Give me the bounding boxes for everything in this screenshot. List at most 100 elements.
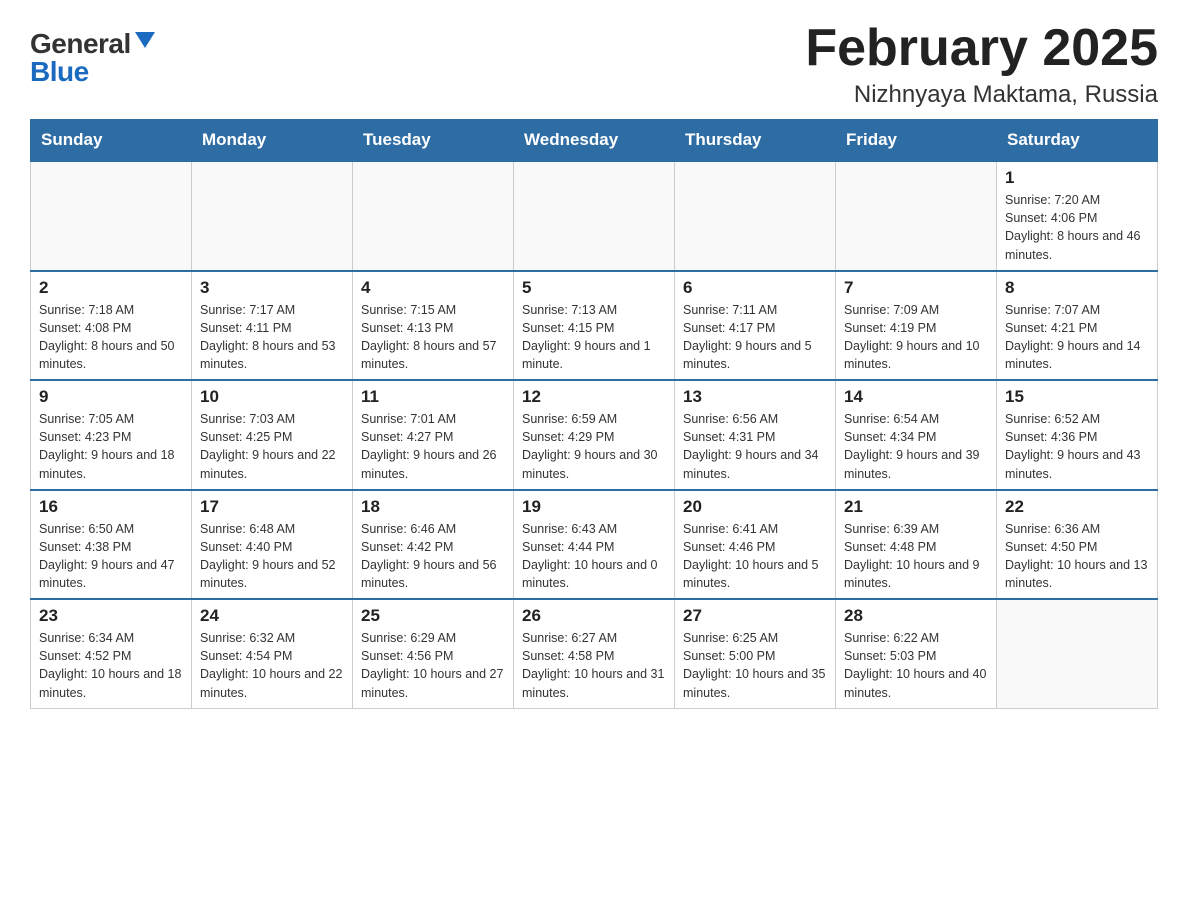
calendar-cell: 25 Sunrise: 6:29 AM Sunset: 4:56 PM Dayli… (353, 599, 514, 708)
calendar-cell (675, 161, 836, 271)
day-number: 28 (844, 606, 988, 626)
calendar-cell: 11 Sunrise: 7:01 AM Sunset: 4:27 PM Dayli… (353, 380, 514, 490)
day-number: 3 (200, 278, 344, 298)
day-info: Sunrise: 6:25 AM Sunset: 5:00 PM Dayligh… (683, 629, 827, 702)
calendar-week-row: 1 Sunrise: 7:20 AM Sunset: 4:06 PM Daylig… (31, 161, 1158, 271)
page-header: General Blue February 2025 Nizhnyaya Mak… (30, 20, 1158, 109)
day-number: 27 (683, 606, 827, 626)
day-number: 2 (39, 278, 183, 298)
day-info: Sunrise: 6:34 AM Sunset: 4:52 PM Dayligh… (39, 629, 183, 702)
logo: General Blue (30, 30, 155, 86)
day-info: Sunrise: 7:03 AM Sunset: 4:25 PM Dayligh… (200, 410, 344, 483)
calendar-week-row: 2 Sunrise: 7:18 AM Sunset: 4:08 PM Daylig… (31, 271, 1158, 381)
day-info: Sunrise: 6:50 AM Sunset: 4:38 PM Dayligh… (39, 520, 183, 593)
calendar-cell (353, 161, 514, 271)
day-info: Sunrise: 6:48 AM Sunset: 4:40 PM Dayligh… (200, 520, 344, 593)
day-number: 1 (1005, 168, 1149, 188)
day-info: Sunrise: 6:43 AM Sunset: 4:44 PM Dayligh… (522, 520, 666, 593)
calendar-week-row: 9 Sunrise: 7:05 AM Sunset: 4:23 PM Daylig… (31, 380, 1158, 490)
day-info: Sunrise: 6:22 AM Sunset: 5:03 PM Dayligh… (844, 629, 988, 702)
calendar-cell (192, 161, 353, 271)
day-info: Sunrise: 6:54 AM Sunset: 4:34 PM Dayligh… (844, 410, 988, 483)
calendar-cell: 27 Sunrise: 6:25 AM Sunset: 5:00 PM Dayli… (675, 599, 836, 708)
day-number: 13 (683, 387, 827, 407)
calendar-cell: 26 Sunrise: 6:27 AM Sunset: 4:58 PM Dayli… (514, 599, 675, 708)
day-number: 23 (39, 606, 183, 626)
calendar-header-wednesday: Wednesday (514, 120, 675, 162)
calendar-cell: 1 Sunrise: 7:20 AM Sunset: 4:06 PM Daylig… (997, 161, 1158, 271)
calendar-cell: 9 Sunrise: 7:05 AM Sunset: 4:23 PM Daylig… (31, 380, 192, 490)
calendar-header-sunday: Sunday (31, 120, 192, 162)
calendar-cell: 22Sunrise: 6:36 AM Sunset: 4:50 PM Dayli… (997, 490, 1158, 600)
day-number: 17 (200, 497, 344, 517)
logo-triangle-icon (135, 32, 155, 48)
day-info: Sunrise: 7:20 AM Sunset: 4:06 PM Dayligh… (1005, 191, 1149, 264)
day-info: Sunrise: 6:52 AM Sunset: 4:36 PM Dayligh… (1005, 410, 1149, 483)
day-number: 10 (200, 387, 344, 407)
day-number: 18 (361, 497, 505, 517)
calendar-header-thursday: Thursday (675, 120, 836, 162)
calendar-cell (514, 161, 675, 271)
day-number: 16 (39, 497, 183, 517)
calendar-week-row: 16 Sunrise: 6:50 AM Sunset: 4:38 PM Dayli… (31, 490, 1158, 600)
day-number: 26 (522, 606, 666, 626)
logo-blue-text: Blue (30, 58, 89, 86)
calendar-cell (836, 161, 997, 271)
calendar-cell: 2 Sunrise: 7:18 AM Sunset: 4:08 PM Daylig… (31, 271, 192, 381)
calendar-cell: 12 Sunrise: 6:59 AM Sunset: 4:29 PM Dayli… (514, 380, 675, 490)
day-number: 11 (361, 387, 505, 407)
day-info: Sunrise: 6:46 AM Sunset: 4:42 PM Dayligh… (361, 520, 505, 593)
day-number: 24 (200, 606, 344, 626)
calendar-header-tuesday: Tuesday (353, 120, 514, 162)
calendar-cell: 18 Sunrise: 6:46 AM Sunset: 4:42 PM Dayli… (353, 490, 514, 600)
day-number: 5 (522, 278, 666, 298)
day-info: Sunrise: 7:11 AM Sunset: 4:17 PM Dayligh… (683, 301, 827, 374)
day-info: Sunrise: 6:56 AM Sunset: 4:31 PM Dayligh… (683, 410, 827, 483)
day-number: 8 (1005, 278, 1149, 298)
day-info: Sunrise: 7:01 AM Sunset: 4:27 PM Dayligh… (361, 410, 505, 483)
calendar-cell: 5 Sunrise: 7:13 AM Sunset: 4:15 PM Daylig… (514, 271, 675, 381)
day-number: 22 (1005, 497, 1149, 517)
day-number: 9 (39, 387, 183, 407)
day-info: Sunrise: 6:59 AM Sunset: 4:29 PM Dayligh… (522, 410, 666, 483)
calendar-header-saturday: Saturday (997, 120, 1158, 162)
day-number: 19 (522, 497, 666, 517)
day-info: Sunrise: 6:39 AM Sunset: 4:48 PM Dayligh… (844, 520, 988, 593)
day-info: Sunrise: 6:29 AM Sunset: 4:56 PM Dayligh… (361, 629, 505, 702)
calendar-cell: 3 Sunrise: 7:17 AM Sunset: 4:11 PM Daylig… (192, 271, 353, 381)
calendar-cell: 14 Sunrise: 6:54 AM Sunset: 4:34 PM Dayli… (836, 380, 997, 490)
day-info: Sunrise: 7:13 AM Sunset: 4:15 PM Dayligh… (522, 301, 666, 374)
calendar-cell: 24 Sunrise: 6:32 AM Sunset: 4:54 PM Dayli… (192, 599, 353, 708)
calendar-cell: 16 Sunrise: 6:50 AM Sunset: 4:38 PM Dayli… (31, 490, 192, 600)
day-info: Sunrise: 7:15 AM Sunset: 4:13 PM Dayligh… (361, 301, 505, 374)
calendar-header-friday: Friday (836, 120, 997, 162)
calendar-cell: 10 Sunrise: 7:03 AM Sunset: 4:25 PM Dayli… (192, 380, 353, 490)
day-info: Sunrise: 6:27 AM Sunset: 4:58 PM Dayligh… (522, 629, 666, 702)
day-info: Sunrise: 7:17 AM Sunset: 4:11 PM Dayligh… (200, 301, 344, 374)
day-info: Sunrise: 7:18 AM Sunset: 4:08 PM Dayligh… (39, 301, 183, 374)
calendar-cell: 7 Sunrise: 7:09 AM Sunset: 4:19 PM Daylig… (836, 271, 997, 381)
day-info: Sunrise: 6:32 AM Sunset: 4:54 PM Dayligh… (200, 629, 344, 702)
calendar-cell: 28 Sunrise: 6:22 AM Sunset: 5:03 PM Dayli… (836, 599, 997, 708)
calendar-week-row: 23 Sunrise: 6:34 AM Sunset: 4:52 PM Dayli… (31, 599, 1158, 708)
day-number: 21 (844, 497, 988, 517)
calendar-cell: 17 Sunrise: 6:48 AM Sunset: 4:40 PM Dayli… (192, 490, 353, 600)
calendar-cell: 6Sunrise: 7:11 AM Sunset: 4:17 PM Daylig… (675, 271, 836, 381)
calendar-cell (31, 161, 192, 271)
day-number: 20 (683, 497, 827, 517)
day-number: 15 (1005, 387, 1149, 407)
calendar-cell: 13 Sunrise: 6:56 AM Sunset: 4:31 PM Dayli… (675, 380, 836, 490)
calendar-cell: 19 Sunrise: 6:43 AM Sunset: 4:44 PM Dayli… (514, 490, 675, 600)
calendar-cell: 4Sunrise: 7:15 AM Sunset: 4:13 PM Daylig… (353, 271, 514, 381)
day-info: Sunrise: 7:05 AM Sunset: 4:23 PM Dayligh… (39, 410, 183, 483)
day-info: Sunrise: 7:09 AM Sunset: 4:19 PM Dayligh… (844, 301, 988, 374)
day-number: 12 (522, 387, 666, 407)
calendar-cell: 8Sunrise: 7:07 AM Sunset: 4:21 PM Daylig… (997, 271, 1158, 381)
title-section: February 2025 Nizhnyaya Maktama, Russia (805, 20, 1158, 109)
month-title: February 2025 (805, 20, 1158, 77)
day-number: 25 (361, 606, 505, 626)
calendar-cell: 15 Sunrise: 6:52 AM Sunset: 4:36 PM Dayli… (997, 380, 1158, 490)
day-info: Sunrise: 6:41 AM Sunset: 4:46 PM Dayligh… (683, 520, 827, 593)
day-number: 7 (844, 278, 988, 298)
day-number: 14 (844, 387, 988, 407)
